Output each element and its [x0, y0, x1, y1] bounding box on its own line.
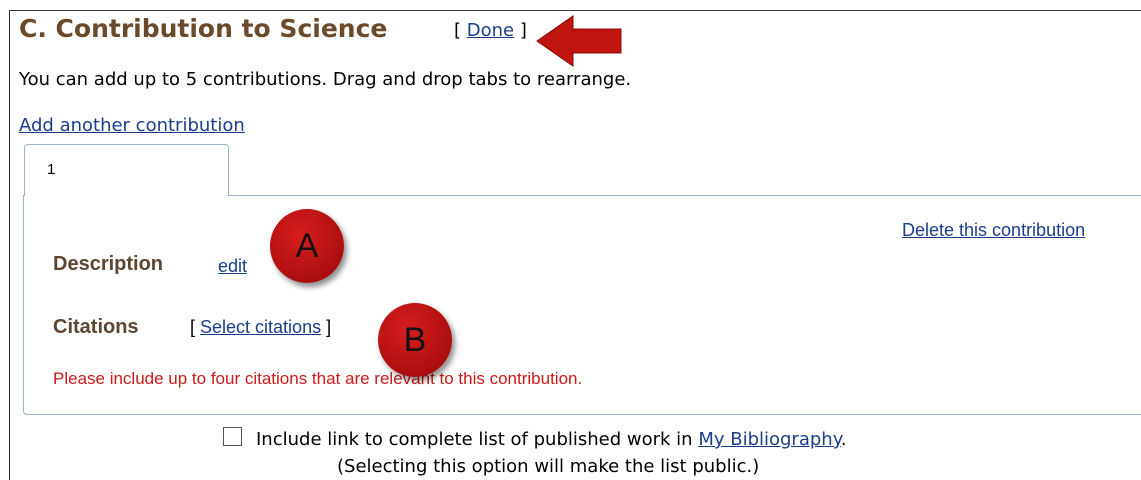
bibliography-checkbox[interactable]: [223, 427, 242, 446]
select-citations-link[interactable]: Select citations: [200, 317, 321, 337]
bracket-open: [: [190, 317, 201, 337]
citations-label: Citations: [53, 316, 139, 338]
annotation-a-badge: A: [270, 209, 344, 283]
my-bibliography-link[interactable]: My Bibliography: [698, 429, 840, 450]
bracket-close: ]: [321, 317, 332, 337]
bibliography-checkbox-label: Include link to complete list of publish…: [256, 429, 699, 450]
bracket-open: [: [454, 20, 467, 41]
done-link[interactable]: Done: [467, 20, 514, 41]
tab-label: 1: [47, 161, 56, 178]
period: .: [840, 429, 847, 450]
section-title: C. Contribution to Science: [19, 14, 388, 43]
citations-warning: Please include up to four citations that…: [53, 369, 583, 388]
edit-description-link[interactable]: edit: [218, 256, 247, 277]
add-contribution-link[interactable]: Add another contribution: [19, 115, 245, 136]
tab-contribution-1[interactable]: 1: [24, 144, 229, 196]
annotation-b-badge: B: [378, 303, 452, 377]
bibliography-option: Include link to complete list of publish…: [223, 427, 847, 450]
done-control: [ Done ]: [454, 20, 527, 41]
delete-contribution-link[interactable]: Delete this contribution: [902, 220, 1085, 241]
bibliography-note: (Selecting this option will make the lis…: [337, 456, 760, 477]
select-citations-control: [ Select citations ]: [190, 317, 331, 338]
instructions-text: You can add up to 5 contributions. Drag …: [19, 69, 632, 90]
arrow-annotation-icon: [536, 15, 622, 67]
bracket-close: ]: [514, 20, 527, 41]
description-label: Description: [53, 253, 164, 275]
